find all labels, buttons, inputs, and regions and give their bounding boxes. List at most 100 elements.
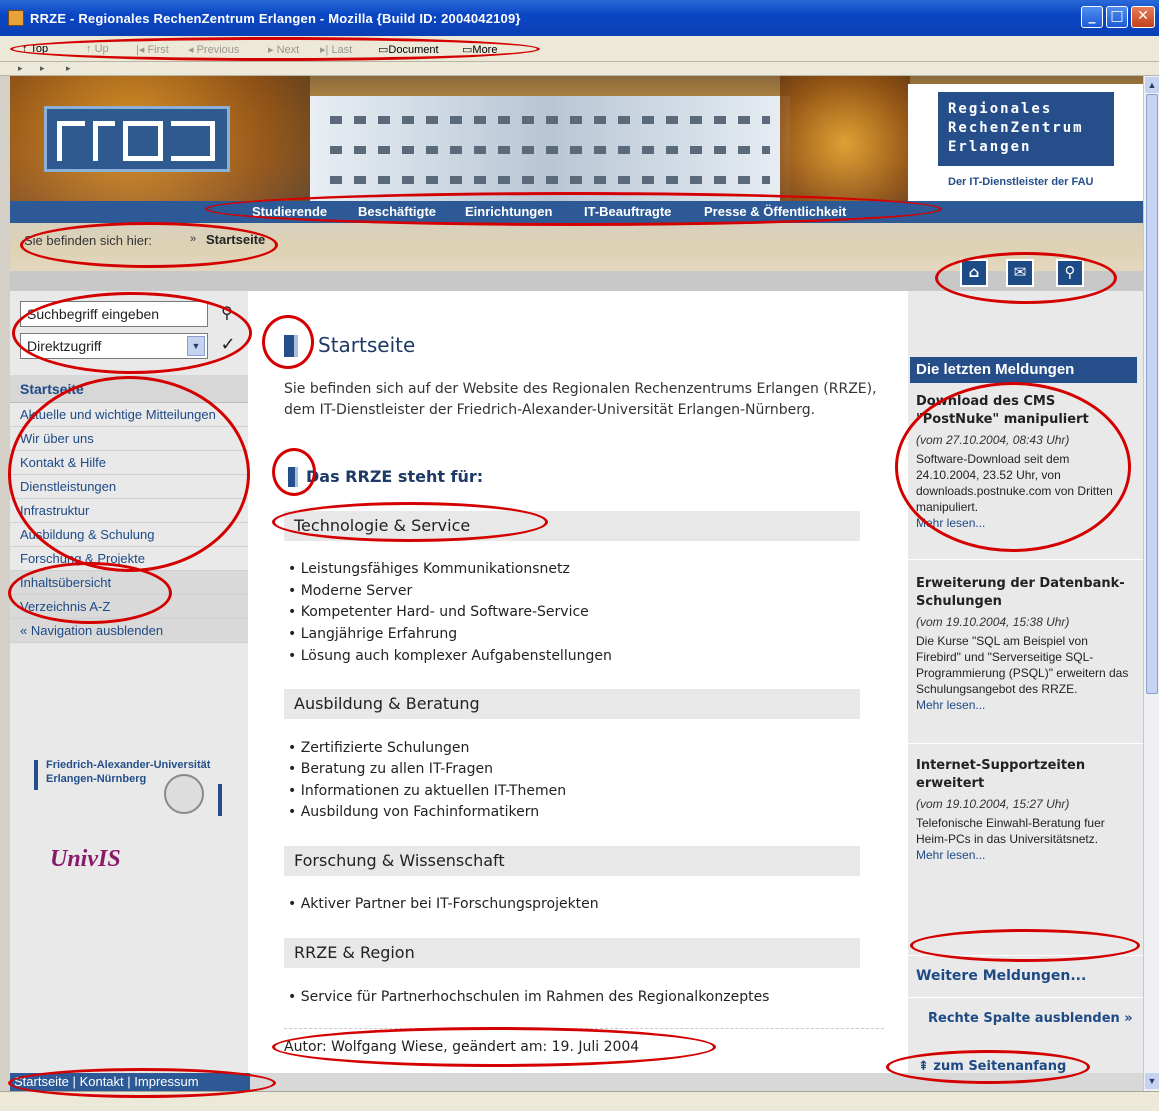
- linkbar-top[interactable]: ↑ Top: [22, 43, 48, 55]
- fau-line: Friedrich-Alexander-Universität: [46, 759, 211, 771]
- section-heading: RRZE & Region: [284, 938, 860, 968]
- linkbar-next-label: Next: [276, 44, 300, 56]
- sidebar-item-inhaltsuebersicht[interactable]: Inhaltsübersicht: [10, 571, 248, 595]
- footer-link-kontakt[interactable]: Kontakt: [80, 1074, 124, 1089]
- rrze-logo[interactable]: [44, 106, 230, 172]
- breadcrumb-current[interactable]: Startseite: [206, 232, 265, 247]
- news-heading: Die letzten Meldungen: [910, 357, 1137, 383]
- header-photo-windows: [330, 176, 770, 184]
- news-item: Internet-Supportzeiten erweitert (vom 19…: [916, 757, 1136, 863]
- window-left-border: [0, 76, 10, 1091]
- list-item: • Lösung auch komplexer Aufgabenstellung…: [288, 648, 612, 664]
- double-left-arrow-icon: «: [20, 623, 31, 638]
- linkbar-first[interactable]: |◂ First: [136, 43, 169, 56]
- strip-marker-icon: ▸: [18, 63, 23, 73]
- list-item-text: Moderne Server: [300, 583, 413, 599]
- nav-einrichtungen[interactable]: Einrichtungen: [465, 204, 552, 219]
- direct-access-select[interactable]: Direktzugriff ▼: [20, 333, 208, 359]
- brand-line: Erlangen: [948, 139, 1032, 155]
- hide-navigation-link[interactable]: « Navigation ausblenden: [10, 619, 248, 643]
- sidebar-item-wir-ueber-uns[interactable]: Wir über uns: [10, 427, 248, 451]
- brand-tagline: Der IT-Dienstleister der FAU: [948, 176, 1094, 188]
- hide-navigation-label: Navigation ausblenden: [30, 623, 164, 638]
- section-heading: Technologie & Service: [284, 511, 860, 541]
- linkbar-previous[interactable]: ◂ Previous: [188, 43, 239, 56]
- intro-text: Sie befinden sich auf der Website des Re…: [284, 381, 877, 418]
- sidebar-item-ausbildung[interactable]: Ausbildung & Schulung: [10, 523, 248, 547]
- last-icon: ▸|: [320, 44, 332, 56]
- chevron-down-icon[interactable]: ▼: [187, 336, 205, 356]
- nav-beschaeftigte[interactable]: Beschäftigte: [358, 204, 436, 219]
- fau-logo-bar: [34, 760, 38, 790]
- linkbar-previous-label: Previous: [196, 44, 240, 56]
- back-to-top-link[interactable]: ⇞ zum Seitenanfang: [918, 1059, 1066, 1074]
- nav-studierende[interactable]: Studierende: [252, 204, 327, 219]
- list-item: • Zertifizierte Schulungen: [288, 740, 470, 756]
- news-title[interactable]: Internet-Supportzeiten erweitert: [916, 757, 1136, 793]
- sidebar-item-dienstleistungen[interactable]: Dienstleistungen: [10, 475, 248, 499]
- strip-marker-icon: ▸: [66, 63, 71, 73]
- list-item-text: Leistungsfähiges Kommunikationsnetz: [300, 561, 570, 577]
- sidebar-item-infrastruktur[interactable]: Infrastruktur: [10, 499, 248, 523]
- left-sidebar: Suchbegriff eingeben ⚲ Direktzugriff ▼ ✓…: [10, 291, 248, 1091]
- home-icon[interactable]: ⌂: [960, 259, 988, 287]
- linkbar-more[interactable]: ▭More: [462, 43, 497, 56]
- sidebar-item-startseite[interactable]: Startseite: [10, 375, 248, 403]
- linkbar-document[interactable]: ▭Document: [378, 43, 439, 56]
- nav-presse[interactable]: Presse & Öffentlichkeit: [704, 204, 846, 219]
- maximize-button[interactable]: □: [1106, 6, 1128, 28]
- minimize-button[interactable]: _: [1081, 6, 1103, 28]
- news-more-link[interactable]: Mehr lesen...: [916, 847, 1136, 863]
- brand-box: Regionales RechenZentrum Erlangen Der IT…: [908, 84, 1143, 201]
- mail-icon[interactable]: ✉: [1006, 259, 1034, 287]
- news-more-link[interactable]: Mehr lesen...: [916, 515, 1136, 531]
- linkbar-next[interactable]: ▸ Next: [268, 43, 299, 56]
- footer-strip: [250, 1073, 1143, 1091]
- up-arrow-icon: ⇞: [918, 1059, 934, 1074]
- footer-link-impressum[interactable]: Impressum: [134, 1074, 198, 1089]
- header-photo-windows: [330, 146, 770, 154]
- divider: [284, 1028, 884, 1029]
- list-item-text: Service für Partnerhochschulen im Rahmen…: [300, 989, 770, 1005]
- fau-logo-bar: [218, 784, 222, 816]
- scroll-down-icon[interactable]: ▼: [1145, 1073, 1159, 1089]
- news-title[interactable]: Download des CMS "PostNuke" manipuliert: [916, 393, 1136, 429]
- sidebar-item-forschung[interactable]: Forschung & Projekte: [10, 547, 248, 571]
- news-more-link[interactable]: Mehr lesen...: [916, 697, 1136, 713]
- sidebar-item-kontakt-hilfe[interactable]: Kontakt & Hilfe: [10, 451, 248, 475]
- linkbar-up[interactable]: ↑ Up: [86, 43, 109, 55]
- univis-logo[interactable]: UnivIS: [50, 846, 121, 873]
- page-title: Startseite: [318, 333, 416, 357]
- header-photo-windows: [330, 116, 770, 124]
- list-item: • Leistungsfähiges Kommunikationsnetz: [288, 561, 570, 577]
- list-item: • Service für Partnerhochschulen im Rahm…: [288, 989, 770, 1005]
- linkbar-document-label: Document: [388, 44, 439, 56]
- linkbar-first-label: First: [147, 44, 169, 56]
- list-item: • Aktiver Partner bei IT-Forschungsproje…: [288, 896, 599, 912]
- list-item-text: Informationen zu aktuellen IT-Themen: [300, 783, 567, 799]
- section-subtitle: Das RRZE steht für:: [306, 467, 484, 486]
- news-item: Erweiterung der Datenbank-Schulungen (vo…: [916, 575, 1136, 713]
- more-news-link[interactable]: Weitere Meldungen...: [916, 968, 1086, 984]
- scroll-thumb[interactable]: [1146, 94, 1158, 694]
- search-icon[interactable]: ⚲: [1056, 259, 1084, 287]
- checkmark-icon[interactable]: ✓: [217, 333, 239, 357]
- list-item-text: Aktiver Partner bei IT-Forschungsprojekt…: [300, 896, 599, 912]
- status-bar: [0, 1091, 1159, 1111]
- nav-it-beauftragte[interactable]: IT-Beauftragte: [584, 204, 671, 219]
- sidebar-item-verzeichnis[interactable]: Verzeichnis A-Z: [10, 595, 248, 619]
- next-icon: ▸: [268, 44, 277, 56]
- sidebar-item-mitteilungen[interactable]: Aktuelle und wichtige Mitteilungen: [10, 403, 248, 427]
- footer-link-startseite[interactable]: Startseite: [14, 1074, 69, 1089]
- search-icon[interactable]: ⚲: [215, 301, 239, 325]
- scroll-up-icon[interactable]: ▲: [1145, 77, 1159, 93]
- section-heading: Ausbildung & Beratung: [284, 689, 860, 719]
- linkbar-last[interactable]: ▸| Last: [320, 43, 352, 56]
- hide-right-column-link[interactable]: Rechte Spalte ausblenden »: [928, 1011, 1133, 1026]
- search-input[interactable]: Suchbegriff eingeben: [20, 301, 208, 327]
- close-button[interactable]: ✕: [1131, 6, 1155, 28]
- news-title[interactable]: Erweiterung der Datenbank-Schulungen: [916, 575, 1136, 611]
- vertical-scrollbar[interactable]: ▲ ▼: [1143, 76, 1159, 1091]
- fau-logo[interactable]: Friedrich-Alexander-Universität Erlangen…: [34, 756, 234, 826]
- news-item: Download des CMS "PostNuke" manipuliert …: [916, 393, 1136, 531]
